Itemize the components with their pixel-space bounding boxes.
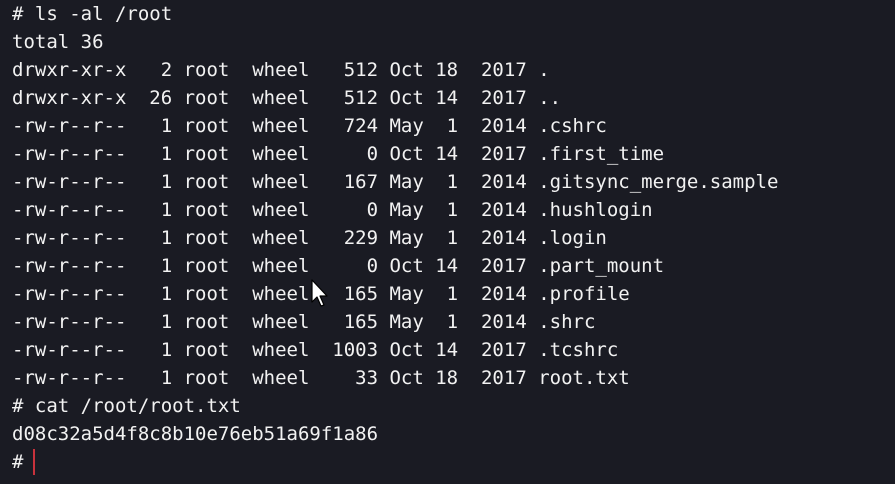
terminal-line: # cat /root/root.txt: [12, 395, 241, 417]
mouse-pointer-icon: [311, 279, 328, 307]
terminal-line: -rw-r--r-- 1 root wheel 165 May 1 2014 .…: [12, 283, 630, 305]
terminal-line: -rw-r--r-- 1 root wheel 165 May 1 2014 .…: [12, 311, 596, 333]
terminal-line: -rw-r--r-- 1 root wheel 0 Oct 14 2017 .p…: [12, 255, 665, 277]
terminal-line: -rw-r--r-- 1 root wheel 229 May 1 2014 .…: [12, 227, 607, 249]
terminal-line: drwxr-xr-x 26 root wheel 512 Oct 14 2017…: [12, 87, 562, 109]
text-cursor: [33, 449, 36, 475]
prompt-symbol: #: [12, 451, 24, 473]
terminal-line: -rw-r--r-- 1 root wheel 0 Oct 14 2017 .f…: [12, 143, 665, 165]
terminal-line: d08c32a5d4f8c8b10e76eb51a69f1a86: [12, 423, 379, 445]
command-prompt[interactable]: #: [12, 448, 895, 476]
terminal-window[interactable]: # ls -al /root total 36 drwxr-xr-x 2 roo…: [0, 0, 895, 484]
terminal-line: -rw-r--r-- 1 root wheel 33 Oct 18 2017 r…: [12, 367, 630, 389]
terminal-line: -rw-r--r-- 1 root wheel 1003 Oct 14 2017…: [12, 339, 619, 361]
terminal-line: total 36: [12, 31, 104, 53]
terminal-line: drwxr-xr-x 2 root wheel 512 Oct 18 2017 …: [12, 59, 550, 81]
terminal-line: # ls -al /root: [12, 3, 173, 25]
terminal-line: -rw-r--r-- 1 root wheel 167 May 1 2014 .…: [12, 171, 779, 193]
terminal-line: -rw-r--r-- 1 root wheel 0 May 1 2014 .hu…: [12, 199, 653, 221]
terminal-line: -rw-r--r-- 1 root wheel 724 May 1 2014 .…: [12, 115, 607, 137]
